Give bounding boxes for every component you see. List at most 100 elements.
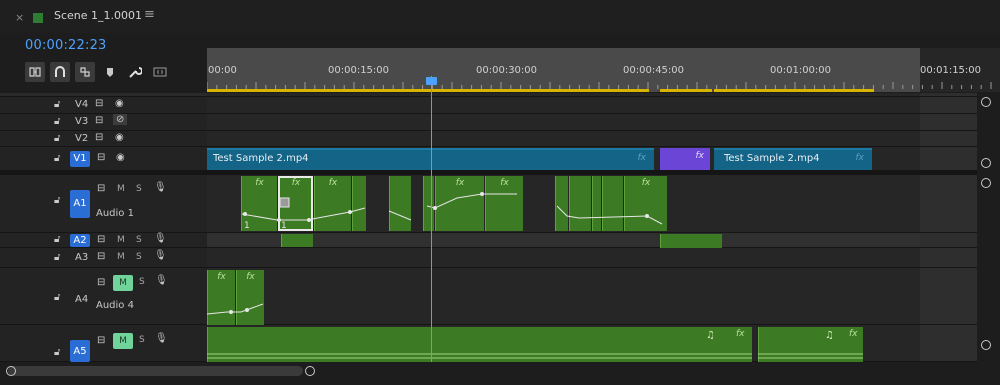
audio-clip[interactable]	[281, 234, 313, 247]
track-lane-ext[interactable]	[920, 233, 977, 248]
eye-icon[interactable]: ◉	[116, 152, 125, 163]
sync-lock-icon[interactable]: ⊟	[95, 115, 103, 126]
fx-badge: fx	[855, 153, 865, 163]
track-lane-v4[interactable]	[207, 97, 920, 114]
nest-icon	[29, 67, 41, 77]
sync-lock-icon[interactable]: ⊟	[97, 335, 105, 346]
track-header-v1: 🔓︎ V1 ⊟ ◉	[0, 147, 207, 171]
scroll-right-handle-icon[interactable]	[305, 366, 315, 376]
solo-button[interactable]: S	[136, 235, 142, 245]
sequence-tab-title[interactable]: Scene 1_1.0001	[54, 9, 142, 22]
fx-badge: fx	[246, 272, 255, 282]
track-label-v2[interactable]: V2	[75, 133, 88, 144]
track-name-a4[interactable]: Audio 4	[96, 300, 134, 311]
microphone-icon[interactable]: 🎙︎	[154, 182, 167, 193]
track-header-a3: 🔓︎ A3 ⊟ M S 🎙︎	[0, 248, 207, 268]
scroll-handle-icon[interactable]	[981, 158, 991, 168]
track-label-a5[interactable]: A5	[70, 340, 90, 362]
add-marker-button[interactable]	[100, 62, 120, 82]
track-lane-ext[interactable]	[920, 248, 977, 268]
a1-volume-keyframes: 1 1	[241, 192, 663, 231]
playhead-timecode[interactable]: 00:00:22:23	[25, 38, 107, 53]
eye-icon[interactable]: ◉	[115, 132, 124, 143]
scroll-handle-icon[interactable]	[981, 178, 991, 188]
lock-icon[interactable]: 🔓︎	[54, 347, 64, 358]
close-tab-button[interactable]: ×	[15, 11, 24, 24]
mute-button-on[interactable]: M	[113, 333, 133, 349]
ruler-ticks	[207, 82, 992, 89]
track-lane-ext[interactable]	[920, 114, 977, 131]
microphone-icon[interactable]: 🎙︎	[155, 275, 168, 286]
track-header-v4: 🔓︎ V4 ⊟ ◉	[0, 97, 207, 114]
track-lane-a4[interactable]	[207, 268, 920, 325]
vertical-scrollbar-audio[interactable]	[977, 175, 1000, 362]
lock-icon[interactable]: 🔓︎	[54, 252, 64, 263]
microphone-icon[interactable]: 🎙︎	[154, 233, 167, 244]
mute-button[interactable]: M	[117, 184, 125, 194]
lock-icon[interactable]: 🔓︎	[54, 234, 64, 245]
solo-button[interactable]: S	[139, 335, 145, 345]
scroll-left-handle-icon[interactable]	[6, 366, 16, 376]
mute-button[interactable]: M	[117, 252, 125, 262]
playhead-line[interactable]	[431, 76, 432, 362]
sync-lock-icon[interactable]: ⊟	[97, 183, 105, 194]
track-lane-v2[interactable]	[207, 131, 920, 147]
horizontal-scroll-thumb[interactable]	[8, 366, 303, 376]
panel-tab-bar: × Scene 1_1.0001 ≡	[0, 0, 1000, 33]
sync-lock-icon[interactable]: ⊟	[95, 132, 103, 143]
lock-icon[interactable]: 🔓︎	[54, 133, 64, 144]
panel-menu-button[interactable]: ≡	[144, 7, 155, 22]
solo-button[interactable]: S	[136, 252, 142, 262]
eye-icon[interactable]: ◉	[115, 98, 124, 109]
sync-lock-icon[interactable]: ⊟	[97, 277, 105, 288]
scroll-handle-icon[interactable]	[981, 340, 991, 350]
track-lane-a2[interactable]	[207, 233, 920, 248]
track-lane-ext[interactable]	[920, 268, 977, 325]
track-lane-ext[interactable]	[920, 175, 977, 233]
marker-icon	[107, 68, 113, 77]
insert-sequence-button[interactable]	[25, 62, 45, 82]
track-lane-v3[interactable]	[207, 114, 920, 131]
lock-icon[interactable]: 🔓︎	[54, 292, 64, 303]
solo-button[interactable]: S	[136, 184, 142, 194]
video-clip[interactable]: Test Sample 2.mp4 fx	[714, 148, 872, 170]
sync-lock-icon[interactable]: ⊟	[97, 251, 105, 262]
captions-button[interactable]	[150, 62, 170, 82]
lock-icon[interactable]: 🔓︎	[54, 195, 64, 206]
track-label-v3[interactable]: V3	[75, 116, 88, 127]
music-note-icon: ♫	[825, 330, 834, 341]
svg-text:1: 1	[281, 221, 287, 231]
playhead-handle[interactable]	[426, 77, 437, 85]
track-label-v1[interactable]: V1	[70, 151, 90, 167]
solo-button[interactable]: S	[139, 277, 145, 287]
lock-icon[interactable]: 🔓︎	[54, 116, 64, 127]
transition-clip[interactable]: fx	[660, 148, 710, 170]
track-label-v4[interactable]: V4	[75, 99, 88, 110]
timeline-settings-button[interactable]	[125, 62, 145, 82]
track-lane-ext[interactable]	[920, 147, 977, 171]
track-label-a2[interactable]: A2	[70, 234, 90, 247]
music-note-icon: ♫	[706, 330, 715, 341]
lock-icon[interactable]: 🔓︎	[54, 153, 64, 164]
sync-lock-icon[interactable]: ⊟	[97, 234, 105, 245]
sync-lock-icon[interactable]: ⊟	[95, 98, 103, 109]
eye-hidden-icon[interactable]: ⊘	[113, 114, 128, 125]
track-lane-ext[interactable]	[920, 97, 977, 114]
track-label-a3[interactable]: A3	[75, 252, 88, 263]
mute-button[interactable]: M	[117, 235, 125, 245]
microphone-icon[interactable]: 🎙︎	[155, 333, 168, 344]
snap-button[interactable]	[50, 62, 70, 82]
microphone-icon[interactable]: 🎙︎	[154, 250, 167, 261]
track-name-a1[interactable]: Audio 1	[96, 208, 134, 219]
track-lane-ext[interactable]	[920, 131, 977, 147]
mute-button-on[interactable]: M	[113, 275, 133, 291]
track-lane-a3[interactable]	[207, 248, 920, 268]
track-label-a1[interactable]: A1	[70, 190, 90, 218]
sync-lock-icon[interactable]: ⊟	[97, 152, 105, 163]
track-lane-ext[interactable]	[920, 325, 977, 362]
lock-icon[interactable]: 🔓︎	[54, 99, 64, 110]
track-label-a4[interactable]: A4	[75, 294, 88, 305]
fx-badge: fx	[637, 153, 647, 163]
scroll-handle-icon[interactable]	[981, 97, 991, 107]
linked-selection-button[interactable]	[75, 62, 95, 82]
